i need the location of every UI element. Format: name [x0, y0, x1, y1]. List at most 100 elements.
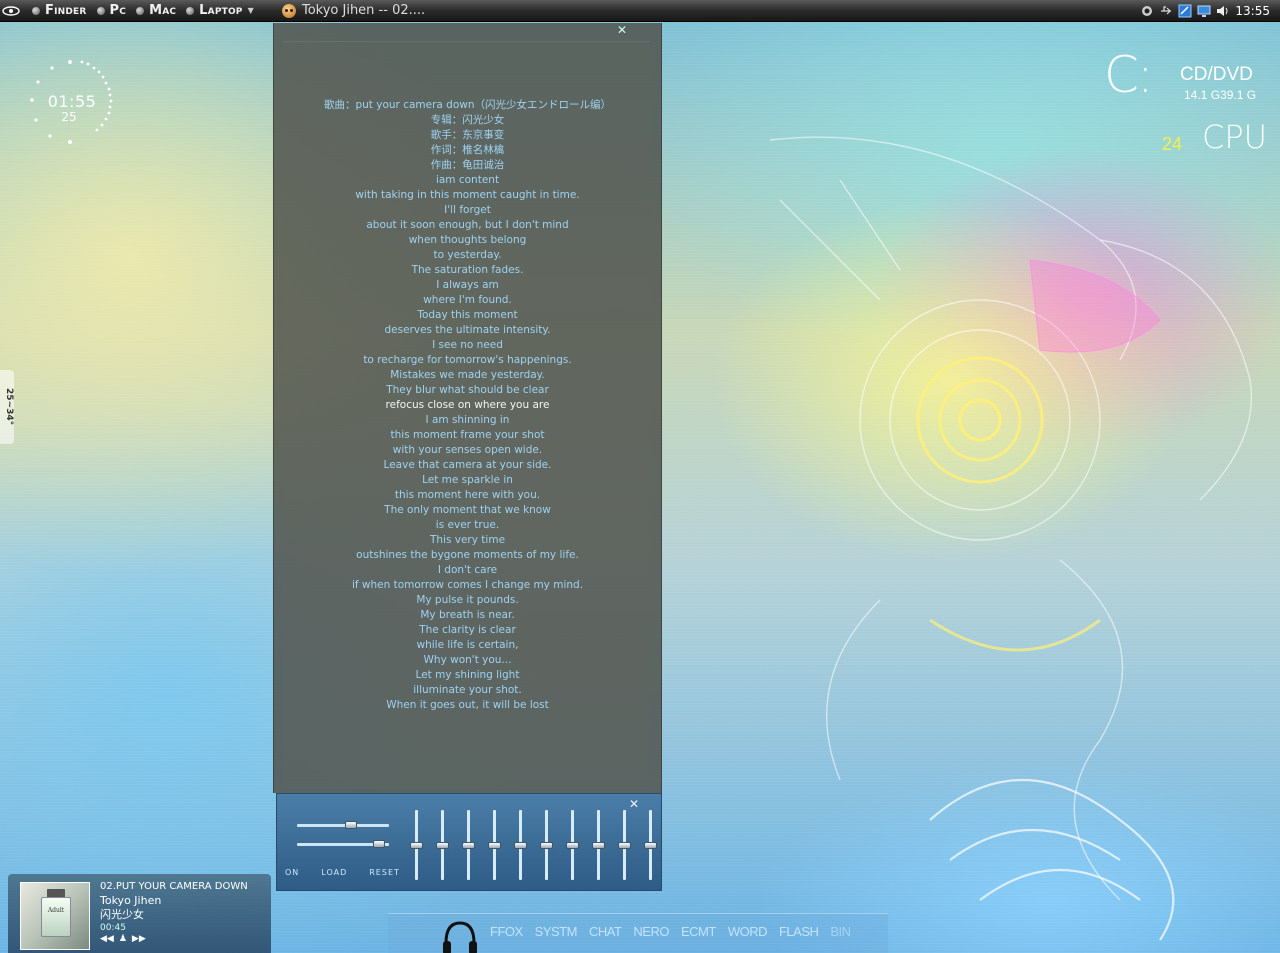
- eq-load-button[interactable]: LOAD: [321, 868, 347, 877]
- drive-cpu-widget[interactable]: C: CD/DVD 14.1 G39.1 G 24 CPU: [1100, 46, 1270, 170]
- menu-bullet-icon: [96, 6, 105, 15]
- equalizer-close-icon[interactable]: ✕: [629, 798, 639, 810]
- lyric-line: Why won't you...: [423, 654, 512, 666]
- preamp-slider[interactable]: [297, 821, 389, 829]
- equalizer-buttons: ON LOAD RESET: [285, 868, 400, 877]
- lyric-line: The saturation fades.: [411, 264, 524, 276]
- clock-seconds: 25: [61, 110, 77, 124]
- menu-mac[interactable]: Mac: [136, 3, 176, 18]
- balance-knob[interactable]: [373, 840, 385, 848]
- next-icon[interactable]: ▶▶: [132, 934, 146, 944]
- dropdown-arrow-icon[interactable]: ▼: [248, 6, 254, 15]
- eq-band-knob[interactable]: [436, 842, 449, 849]
- eq-band-knob[interactable]: [592, 842, 605, 849]
- eq-on-button[interactable]: ON: [285, 868, 299, 877]
- lyric-line: if when tomorrow comes I change my mind.: [351, 579, 584, 591]
- wallpaper-art: [769, 136, 1253, 941]
- preamp-knob[interactable]: [345, 821, 357, 829]
- lyric-line: is ever true.: [435, 519, 500, 531]
- lyric-line: I am shinning in: [425, 414, 510, 426]
- eq-reset-button[interactable]: RESET: [369, 868, 400, 877]
- menu-laptop[interactable]: Laptop ▼: [186, 3, 254, 18]
- album-cover[interactable]: Adult: [20, 882, 90, 950]
- dock-item-systm[interactable]: SYSTM: [535, 924, 578, 939]
- eq-band-slider[interactable]: [540, 810, 553, 880]
- lyrics-close-icon[interactable]: ✕: [616, 24, 628, 36]
- eq-band-slider[interactable]: [618, 810, 631, 880]
- eq-band-knob[interactable]: [514, 842, 527, 849]
- lyric-line: Mistakes we made yesterday.: [390, 369, 545, 381]
- eq-band-slider[interactable]: [644, 810, 657, 880]
- system-clock[interactable]: 13:55: [1235, 4, 1270, 18]
- usb-icon[interactable]: [1159, 4, 1173, 18]
- lyric-line: Today this moment: [417, 309, 518, 321]
- dock-item-nero[interactable]: NERO: [633, 924, 669, 939]
- eq-band-slider[interactable]: [592, 810, 605, 880]
- dock-item-bin[interactable]: BIN: [830, 924, 851, 939]
- lyric-line: I see no need: [432, 339, 503, 351]
- dock-item-ecmt[interactable]: ECMT: [681, 924, 716, 939]
- lyric-line: 歌手：东京事变: [430, 129, 505, 141]
- lyric-line: this moment here with you.: [394, 489, 541, 501]
- menu-bullet-icon: [186, 6, 195, 15]
- cpu-label: CPU: [1202, 118, 1268, 156]
- eq-band-knob[interactable]: [644, 842, 657, 849]
- lyric-line: The only moment that we know: [384, 504, 551, 516]
- drive-letter: C:: [1104, 46, 1154, 104]
- eye-logo-icon[interactable]: [0, 0, 22, 22]
- network-icon[interactable]: [1178, 4, 1192, 18]
- cpu-usage-value: 24: [1162, 134, 1183, 154]
- eq-band-slider[interactable]: [462, 810, 475, 880]
- lyric-line: I always am: [436, 279, 499, 291]
- eq-band-slider[interactable]: [436, 810, 449, 880]
- lyric-line: to yesterday.: [433, 249, 502, 261]
- play-pause-icon[interactable]: ♟: [119, 934, 127, 944]
- dock-item-ffox[interactable]: FFOX: [490, 924, 523, 939]
- lyric-line: I'll forget: [444, 204, 491, 216]
- lyrics-list: 歌曲：put your camera down（闪光少女エンドロール编） 专辑：闪…: [274, 98, 661, 713]
- menu-bullet-icon: [32, 6, 40, 15]
- menu-finder[interactable]: Finder: [32, 3, 87, 18]
- lyric-line: illuminate your shot.: [413, 684, 522, 696]
- eq-band-knob[interactable]: [566, 842, 579, 849]
- lyric-line: Let me sparkle in: [422, 474, 513, 486]
- dock-item-word[interactable]: WORD: [728, 924, 768, 939]
- headphones-icon[interactable]: [440, 919, 480, 953]
- eq-band-slider[interactable]: [410, 810, 423, 880]
- menu-bullet-icon: [136, 6, 145, 15]
- eq-band-slider[interactable]: [566, 810, 579, 880]
- eq-band-slider[interactable]: [488, 810, 501, 880]
- eq-band-knob[interactable]: [540, 842, 553, 849]
- track-artist: Tokyo Jihen: [100, 894, 162, 907]
- drive-label: CD/DVD: [1180, 64, 1253, 85]
- lyric-line: My pulse it pounds.: [416, 594, 519, 606]
- menu-mac-label: Mac: [149, 3, 177, 18]
- lyric-line: Leave that camera at your side.: [383, 459, 552, 471]
- eq-band-slider[interactable]: [514, 810, 527, 880]
- record-icon[interactable]: [1140, 4, 1154, 18]
- volume-icon[interactable]: [1216, 4, 1230, 18]
- player-skull-icon: [281, 3, 296, 18]
- menu-laptop-label: Laptop: [199, 3, 243, 18]
- previous-icon[interactable]: ◀◀: [100, 934, 114, 944]
- now-playing-widget: Adult 02.PUT YOUR CAMERA DOWN Tokyo Jihe…: [8, 874, 271, 953]
- eq-band-knob[interactable]: [410, 842, 423, 849]
- lyrics-panel: ✕ 歌曲：put your camera down（闪光少女エンドロール编） 专辑…: [273, 23, 662, 793]
- eq-band-knob[interactable]: [488, 842, 501, 849]
- eq-band-knob[interactable]: [462, 842, 475, 849]
- menu-pc[interactable]: Pc: [96, 3, 127, 18]
- dock-item-chat[interactable]: CHAT: [589, 924, 622, 939]
- track-elapsed: 00:45: [100, 923, 126, 933]
- lyric-line: The clarity is clear: [419, 624, 516, 636]
- monitor-icon[interactable]: [1197, 4, 1211, 18]
- lyric-line: When it goes out, it will be lost: [386, 699, 549, 711]
- lyric-line: this moment frame your shot: [390, 429, 545, 441]
- lyric-line: 歌曲：put your camera down（闪光少女エンドロール编）: [323, 99, 612, 111]
- equalizer-panel: ✕ ON LOAD RESET: [276, 793, 662, 891]
- weather-side-tab[interactable]: 25~34°: [0, 370, 14, 444]
- now-playing-window-title[interactable]: Tokyo Jihen -- 02....: [281, 3, 425, 18]
- balance-slider[interactable]: [297, 840, 389, 848]
- dock-item-flash[interactable]: FLASH: [779, 924, 819, 939]
- eq-band-knob[interactable]: [618, 842, 631, 849]
- clock-widget[interactable]: 01:55 25: [22, 58, 118, 154]
